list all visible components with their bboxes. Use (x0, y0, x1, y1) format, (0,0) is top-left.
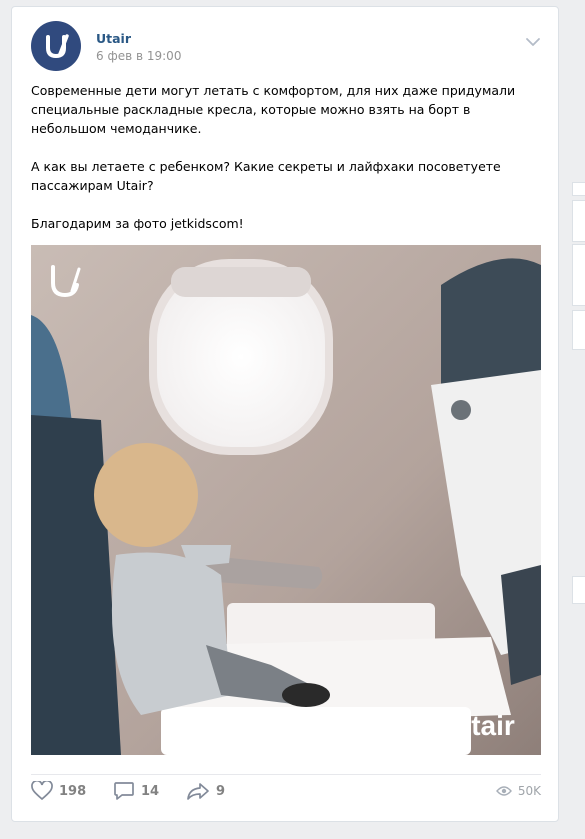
sidebar-edge-block (572, 244, 585, 306)
post-text: Современные дети могут летать с комфорто… (31, 81, 531, 252)
shares-count: 9 (216, 783, 226, 799)
comment-icon (114, 782, 134, 800)
comment-button[interactable]: 14 (113, 778, 159, 804)
post-author-link[interactable]: Utair (96, 31, 131, 46)
avatar[interactable] (31, 21, 81, 71)
post-actions: 198 14 9 50K (31, 778, 541, 804)
post-menu-button[interactable] (525, 33, 541, 46)
sidebar-edge-block (572, 182, 585, 196)
sidebar-edge-block (572, 576, 585, 604)
views-counter: 50K (495, 778, 541, 804)
sidebar-edge-block (572, 310, 585, 350)
post-date-link[interactable]: 6 фев в 19:00 (96, 49, 181, 63)
chevron-down-icon (526, 38, 540, 46)
likes-count: 198 (59, 783, 87, 799)
sidebar-edge-block (572, 200, 585, 242)
airplane-cabin-photo: Utair (31, 245, 541, 755)
post-paragraph: Благодарим за фото jetkidscom! (31, 216, 244, 231)
eye-icon (495, 786, 512, 796)
like-button[interactable]: 198 (31, 778, 86, 804)
post-paragraph: А как вы летаете с ребенком? Какие секре… (31, 159, 501, 193)
heart-icon (31, 781, 53, 801)
views-count: 50K (517, 784, 541, 798)
share-icon (187, 783, 209, 800)
wall-post: Utair 6 фев в 19:00 Современные дети мог… (11, 6, 559, 822)
utair-logo-icon (46, 34, 69, 59)
photo-watermark: Utair (451, 710, 515, 741)
post-photo[interactable]: Utair (31, 245, 541, 755)
post-paragraph: Современные дети могут летать с комфорто… (31, 83, 516, 136)
divider (31, 774, 541, 775)
share-button[interactable]: 9 (186, 778, 225, 804)
comments-count: 14 (141, 783, 160, 799)
